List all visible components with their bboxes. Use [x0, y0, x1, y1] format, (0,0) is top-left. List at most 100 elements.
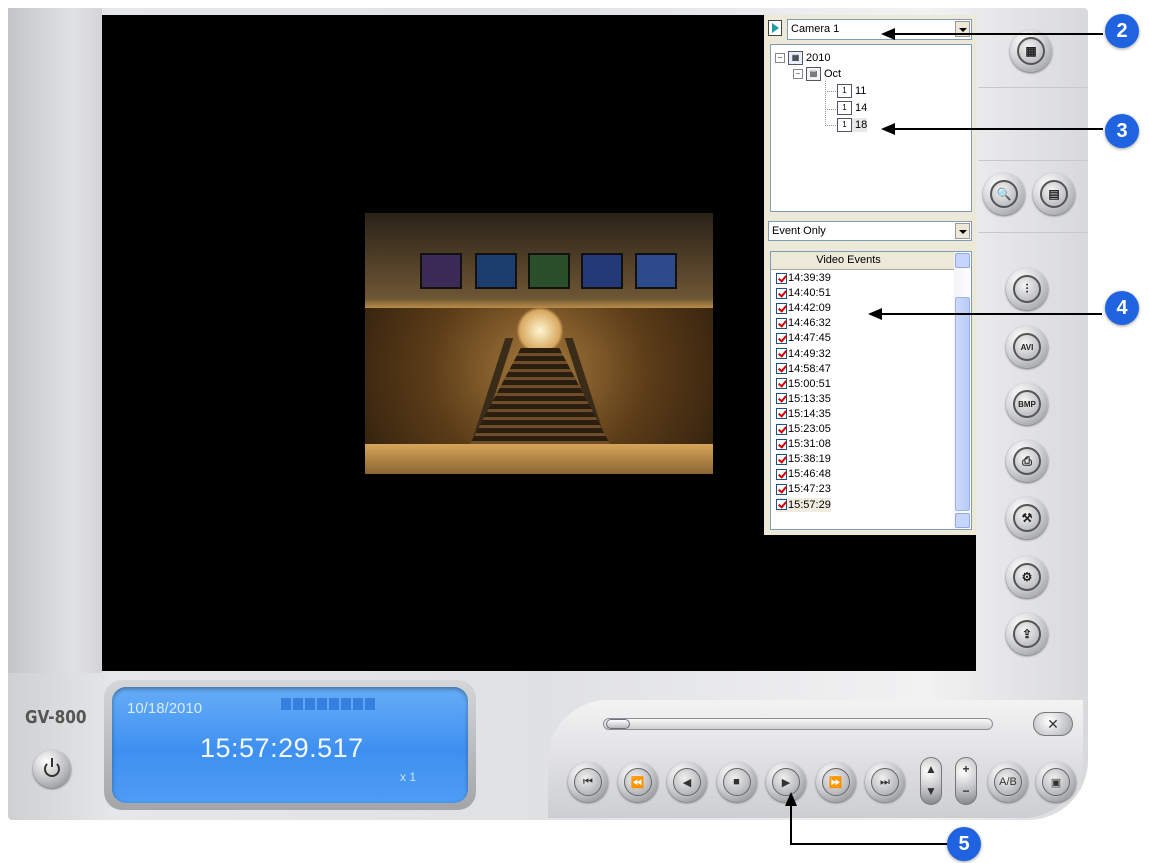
next-frame-button[interactable]: ⏩ — [815, 762, 856, 802]
save-avi-icon: AVI — [1013, 333, 1041, 361]
scroll-down-icon[interactable] — [955, 513, 970, 528]
callout-2: 2 — [1105, 14, 1139, 48]
event-checkbox[interactable] — [776, 499, 787, 510]
event-checkbox[interactable] — [776, 438, 787, 450]
lcd-date: 10/18/2010 — [127, 700, 203, 717]
event-row[interactable]: 14:47:45 — [776, 331, 831, 345]
tree-node-day-selected[interactable]: 1 18 — [837, 118, 868, 132]
event-checkbox[interactable] — [776, 423, 787, 435]
frame-monitor — [635, 253, 677, 289]
calendar-icon: ▦ — [788, 51, 803, 65]
event-row[interactable]: 14:49:32 — [776, 347, 831, 361]
skip-to-start-button[interactable]: ⏮ — [568, 762, 608, 802]
collapse-icon[interactable]: − — [775, 53, 785, 63]
event-filter-value: Event Only — [772, 225, 826, 237]
document-button[interactable]: ▤ — [1033, 173, 1075, 215]
tree-node-month[interactable]: − ▤ Oct — [793, 67, 841, 81]
events-column-header[interactable]: Video Events — [771, 252, 927, 270]
event-row[interactable]: 15:57:29 — [776, 497, 831, 512]
left-rail — [8, 8, 102, 673]
event-row[interactable]: 14:39:39 — [776, 271, 831, 285]
event-row[interactable]: 14:40:51 — [776, 286, 831, 300]
equalizer-button[interactable]: ⫶ — [1006, 268, 1048, 310]
day-icon: 1 — [837, 84, 852, 98]
event-time: 14:58:47 — [788, 362, 831, 375]
print-button[interactable]: ⎙ — [1006, 440, 1048, 482]
tree-node-day[interactable]: 1 11 — [837, 84, 866, 98]
camera-select[interactable]: Camera 1 — [787, 19, 972, 40]
camera-play-icon[interactable] — [768, 20, 782, 36]
event-filter-select[interactable]: Event Only — [768, 221, 972, 241]
callout-4: 4 — [1105, 291, 1139, 325]
event-checkbox[interactable] — [776, 378, 787, 390]
print-icon: ⎙ — [1013, 447, 1041, 475]
event-checkbox[interactable] — [776, 272, 787, 284]
tools-button[interactable]: ⚒ — [1006, 497, 1048, 539]
layout-button[interactable]: ▦ — [1010, 30, 1052, 72]
tree-connector — [825, 81, 836, 126]
tree-node-day[interactable]: 1 14 — [837, 101, 867, 115]
event-row[interactable]: 14:46:32 — [776, 316, 831, 330]
frame-monitor — [475, 253, 517, 289]
save-bmp-button[interactable]: BMP — [1006, 383, 1048, 425]
callout-3: 3 — [1105, 114, 1139, 148]
stop-button[interactable]: ■ — [716, 762, 757, 802]
search-button[interactable]: 🔍 — [983, 173, 1025, 215]
mute-icon[interactable]: ✕ — [1033, 712, 1073, 736]
event-checkbox[interactable] — [776, 483, 787, 495]
divider — [978, 232, 1088, 233]
event-row[interactable]: 15:13:35 — [776, 392, 831, 406]
event-row[interactable]: 15:00:51 — [776, 377, 831, 391]
event-row[interactable]: 15:46:48 — [776, 467, 831, 481]
document-icon: ▤ — [1040, 180, 1068, 208]
next-frame-icon: ⏩ — [821, 768, 850, 796]
events-scrollbar[interactable] — [954, 252, 971, 529]
save-avi-button[interactable]: AVI — [1006, 326, 1048, 368]
zoom-plusminus-button[interactable]: + − — [955, 757, 977, 805]
tree-day-label: 14 — [855, 102, 868, 114]
event-row[interactable]: 14:58:47 — [776, 362, 831, 376]
tree-node-year[interactable]: − ▦ 2010 — [775, 51, 830, 65]
event-row[interactable]: 15:31:08 — [776, 437, 831, 451]
callout-arrow — [880, 313, 1102, 315]
fullscreen-button[interactable]: ▣ — [1036, 762, 1076, 802]
scrollbar-thumb[interactable] — [955, 297, 970, 511]
ab-repeat-button[interactable]: A/B — [988, 762, 1028, 802]
divider — [978, 160, 1088, 161]
event-checkbox[interactable] — [776, 408, 787, 420]
playback-slider[interactable] — [603, 718, 993, 730]
play-reverse-button[interactable]: ◀ — [667, 762, 707, 802]
event-checkbox[interactable] — [776, 317, 787, 329]
arrowhead-icon — [881, 28, 895, 40]
event-checkbox[interactable] — [776, 332, 787, 344]
tree-year-label: 2010 — [806, 52, 831, 64]
event-checkbox[interactable] — [776, 393, 787, 405]
event-row[interactable]: 15:23:05 — [776, 422, 831, 436]
event-row[interactable]: 15:47:23 — [776, 482, 831, 496]
skip-to-end-button[interactable]: ⏭ — [865, 762, 905, 802]
prev-frame-button[interactable]: ⏪ — [617, 762, 658, 802]
export-button[interactable]: ⇪ — [1006, 613, 1048, 655]
event-checkbox[interactable] — [776, 348, 787, 359]
callout-5: 5 — [947, 827, 981, 861]
event-checkbox[interactable] — [776, 468, 787, 480]
event-checkbox[interactable] — [776, 302, 787, 314]
event-row[interactable]: 14:42:09 — [776, 301, 831, 315]
scroll-up-icon[interactable] — [955, 253, 970, 268]
save-bmp-icon: BMP — [1013, 390, 1041, 418]
video-events-list[interactable]: Video Events 14:39:39 14:40:51 14:42:09 14:… — [770, 251, 972, 530]
event-row[interactable]: 15:38:19 — [776, 452, 831, 466]
speed-updown-button[interactable]: ▲ ▼ — [920, 757, 942, 805]
collapse-icon[interactable]: − — [793, 69, 803, 79]
chevron-down-icon[interactable] — [955, 223, 970, 239]
power-button[interactable] — [33, 750, 71, 788]
event-checkbox[interactable] — [776, 363, 787, 375]
event-time: 14:46:32 — [788, 317, 831, 330]
event-time: 14:49:32 — [788, 347, 831, 360]
event-row[interactable]: 15:14:35 — [776, 407, 831, 421]
event-checkbox[interactable] — [776, 287, 787, 299]
event-checkbox[interactable] — [776, 453, 787, 465]
settings-button[interactable]: ⚙ — [1006, 556, 1048, 598]
event-time: 15:23:05 — [788, 423, 831, 435]
slider-handle[interactable] — [606, 719, 630, 729]
